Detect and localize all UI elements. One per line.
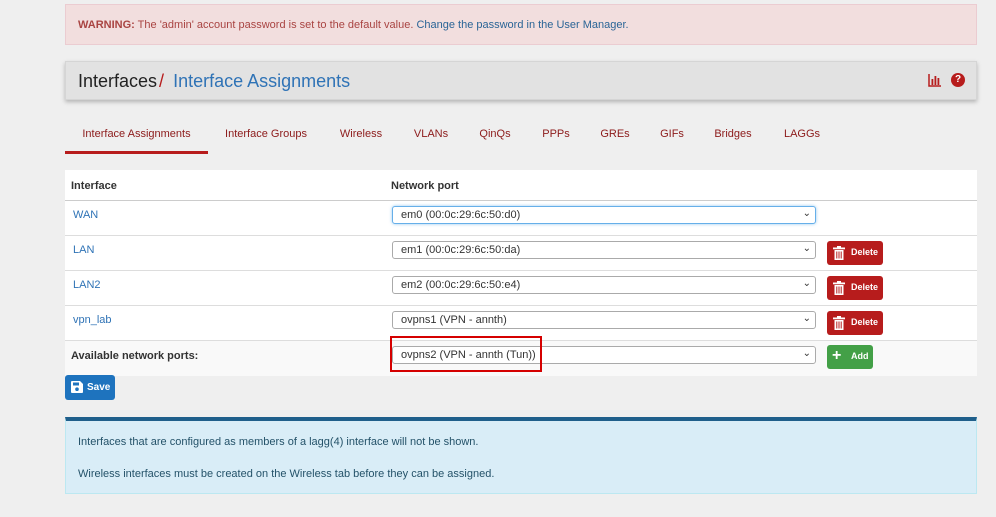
interface-link-vpn-lab[interactable]: vpn_lab <box>73 314 112 326</box>
delete-button-lan2[interactable]: Delete <box>827 276 883 300</box>
column-header-interface: Interface <box>71 180 117 192</box>
breadcrumb-separator: / <box>159 71 165 91</box>
network-port-select-lan2[interactable]: em2 (00:0c:29:6c:50:e4) ⌄ <box>392 276 816 294</box>
save-icon <box>71 381 83 393</box>
tab-vlans[interactable]: VLANs <box>405 120 457 154</box>
warning-prefix: WARNING: <box>78 19 135 31</box>
network-port-select-wan[interactable]: em0 (00:0c:29:6c:50:d0) ⌄ <box>392 206 816 224</box>
plus-icon: + <box>832 347 842 364</box>
interface-link-lan2[interactable]: LAN2 <box>73 279 101 291</box>
tab-gifs[interactable]: GIFs <box>651 120 693 154</box>
delete-label: Delete <box>851 282 879 292</box>
tab-wireless[interactable]: Wireless <box>331 120 391 154</box>
chevron-down-icon: ⌄ <box>802 208 811 219</box>
tab-laggs[interactable]: LAGGs <box>773 120 831 154</box>
tab-bar: Interface Assignments Interface Groups W… <box>65 120 977 156</box>
available-ports-label: Available network ports: <box>71 350 199 362</box>
bar-chart-icon[interactable] <box>928 73 942 87</box>
table-row: WAN em0 (00:0c:29:6c:50:d0) ⌄ <box>65 201 977 236</box>
column-header-network-port: Network port <box>391 180 459 192</box>
network-port-value: em0 (00:0c:29:6c:50:d0) <box>401 209 521 221</box>
trash-icon <box>833 246 845 260</box>
page-header: Interfaces / Interface Assignments ? <box>65 61 977 100</box>
chevron-down-icon: ⌄ <box>802 348 811 359</box>
network-port-value: em2 (00:0c:29:6c:50:e4) <box>401 279 521 291</box>
network-port-value: ovpns1 (VPN - annth) <box>401 314 507 326</box>
table-row: LAN em1 (00:0c:29:6c:50:da) ⌄ Delete <box>65 236 977 271</box>
chevron-down-icon: ⌄ <box>802 313 811 324</box>
save-label: Save <box>87 382 111 393</box>
chevron-down-icon: ⌄ <box>802 278 811 289</box>
tab-interface-assignments[interactable]: Interface Assignments <box>65 120 208 154</box>
add-label: Add <box>851 351 869 361</box>
page-title[interactable]: Interface Assignments <box>173 71 350 91</box>
breadcrumb-root[interactable]: Interfaces <box>78 71 157 91</box>
change-password-link[interactable]: Change the password in the User Manager. <box>416 19 628 31</box>
chevron-down-icon: ⌄ <box>802 243 811 254</box>
network-port-value: em1 (00:0c:29:6c:50:da) <box>401 244 521 256</box>
info-text-wireless: Wireless interfaces must be created on t… <box>78 468 495 480</box>
tab-interface-groups[interactable]: Interface Groups <box>218 120 314 154</box>
default-password-warning: WARNING: The 'admin' account password is… <box>65 4 977 45</box>
info-text-lagg: Interfaces that are configured as member… <box>78 436 479 448</box>
warning-text: The 'admin' account password is set to t… <box>134 19 417 31</box>
tab-ppps[interactable]: PPPs <box>533 120 579 154</box>
network-port-select-vpn-lab[interactable]: ovpns1 (VPN - annth) ⌄ <box>392 311 816 329</box>
tab-gres[interactable]: GREs <box>593 120 637 154</box>
table-row: LAN2 em2 (00:0c:29:6c:50:e4) ⌄ Delete <box>65 271 977 306</box>
interface-link-wan[interactable]: WAN <box>73 209 98 221</box>
trash-icon <box>833 316 845 330</box>
highlight-annotation <box>390 336 542 372</box>
delete-button-lan[interactable]: Delete <box>827 241 883 265</box>
delete-label: Delete <box>851 247 879 257</box>
add-interface-button[interactable]: + Add <box>827 345 873 369</box>
network-port-select-lan[interactable]: em1 (00:0c:29:6c:50:da) ⌄ <box>392 241 816 259</box>
tab-bridges[interactable]: Bridges <box>707 120 759 154</box>
save-button[interactable]: Save <box>65 375 115 400</box>
delete-label: Delete <box>851 317 879 327</box>
trash-icon <box>833 281 845 295</box>
table-header: Interface Network port <box>65 170 977 201</box>
help-icon[interactable]: ? <box>951 73 965 87</box>
info-panel: Interfaces that are configured as member… <box>65 417 977 494</box>
tab-qinqs[interactable]: QinQs <box>471 120 519 154</box>
interface-link-lan[interactable]: LAN <box>73 244 94 256</box>
breadcrumb: Interfaces / Interface Assignments <box>78 71 350 92</box>
delete-button-vpn-lab[interactable]: Delete <box>827 311 883 335</box>
